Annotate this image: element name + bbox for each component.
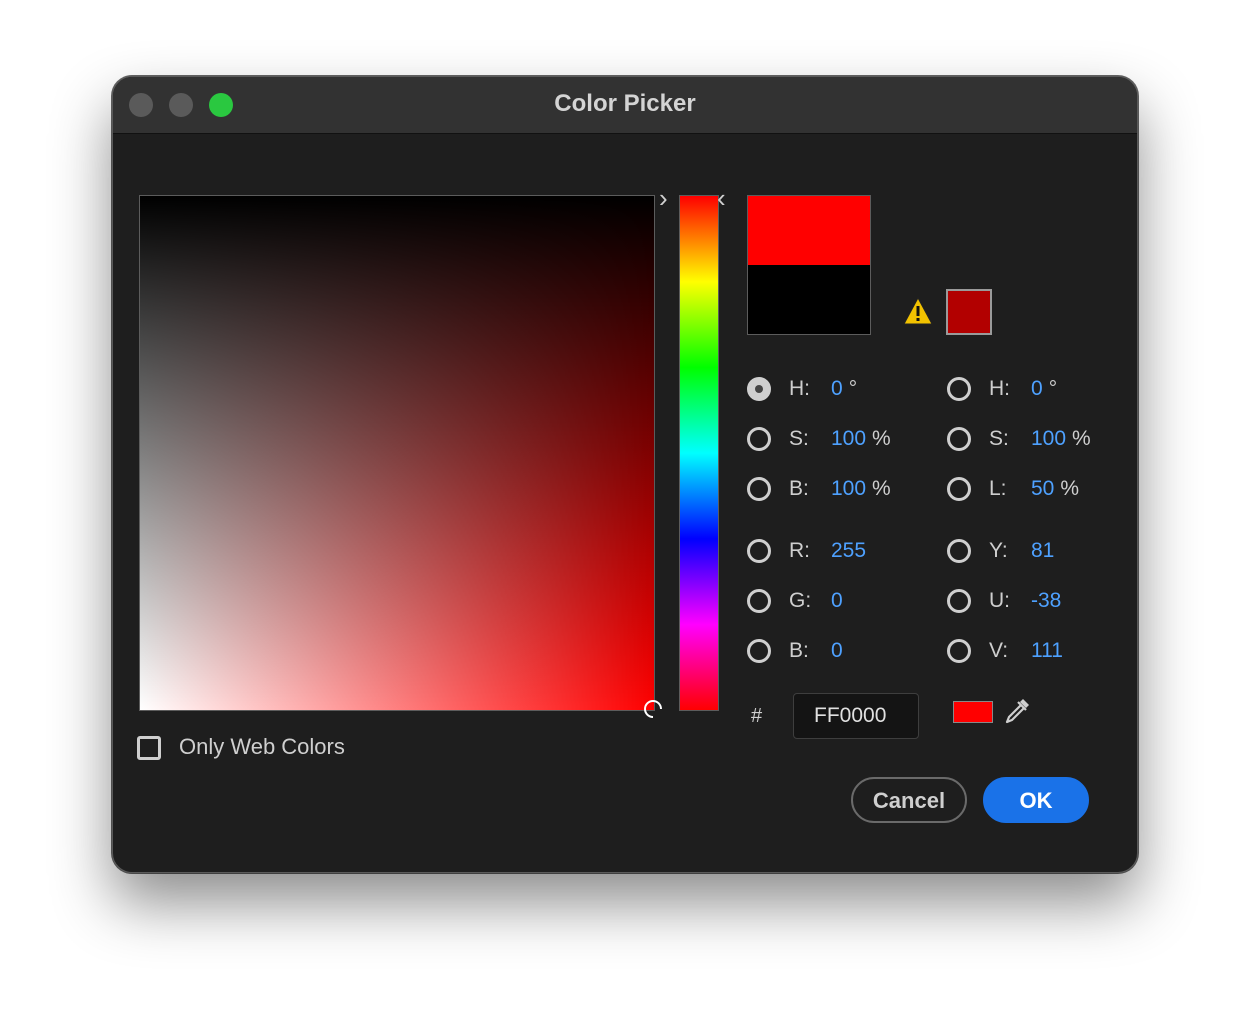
- hex-prefix: #: [751, 705, 763, 727]
- eyedropper-icon[interactable]: [1001, 695, 1033, 727]
- color-preview: [747, 195, 871, 335]
- titlebar: Color Picker: [113, 77, 1137, 134]
- rgb-red-label: R:: [789, 539, 810, 562]
- hsb-brightness-value[interactable]: 100: [831, 477, 866, 501]
- yuv-v-label: V:: [989, 639, 1009, 662]
- gamut-correction-swatch[interactable]: [946, 289, 992, 335]
- window-title: Color Picker: [554, 90, 696, 117]
- warning-triangle-icon[interactable]: [903, 297, 933, 325]
- only-web-colors-label[interactable]: Only Web Colors: [179, 734, 345, 760]
- hsl-saturation-unit: %: [1072, 427, 1091, 450]
- hsb-brightness-row[interactable]: B: 100 %: [747, 474, 891, 504]
- yuv-u-value[interactable]: -38: [1031, 589, 1061, 613]
- hsl-hue-label: H:: [989, 377, 1010, 400]
- hsl-saturation-label: S:: [989, 427, 1009, 450]
- hsl-lightness-row[interactable]: L: 50 %: [947, 474, 1079, 504]
- hex-input[interactable]: FF0000: [793, 693, 919, 739]
- rgb-red-radio[interactable]: [747, 539, 771, 563]
- yuv-y-radio[interactable]: [947, 539, 971, 563]
- hsb-hue-unit: °: [848, 377, 858, 400]
- rgb-blue-value[interactable]: 0: [831, 639, 843, 663]
- yuv-v-row[interactable]: V: 111: [947, 636, 1063, 666]
- hsl-saturation-radio[interactable]: [947, 427, 971, 451]
- rgb-blue-label: B:: [789, 639, 809, 662]
- hex-color-swatch: [953, 701, 993, 723]
- rgb-green-value[interactable]: 0: [831, 589, 843, 613]
- hsl-saturation-row[interactable]: S: 100 %: [947, 424, 1091, 454]
- cancel-button[interactable]: Cancel: [851, 777, 967, 823]
- chevron-left-icon[interactable]: ‹: [717, 185, 726, 211]
- rgb-blue-row[interactable]: B: 0: [747, 636, 843, 666]
- hsl-lightness-radio[interactable]: [947, 477, 971, 501]
- hsb-hue-value[interactable]: 0: [831, 377, 843, 401]
- hue-slider[interactable]: [679, 195, 719, 711]
- hsb-hue-row[interactable]: H: 0 °: [747, 374, 857, 404]
- hsb-hue-radio[interactable]: [747, 377, 771, 401]
- hsb-brightness-radio[interactable]: [747, 477, 771, 501]
- rgb-green-radio[interactable]: [747, 589, 771, 613]
- yuv-u-row[interactable]: U: -38: [947, 586, 1061, 616]
- yuv-y-value[interactable]: 81: [1031, 539, 1054, 563]
- only-web-colors-checkbox[interactable]: [137, 736, 161, 760]
- chevron-right-icon[interactable]: ›: [659, 185, 668, 211]
- yuv-y-row[interactable]: Y: 81: [947, 536, 1054, 566]
- hsl-lightness-unit: %: [1060, 477, 1080, 500]
- hsb-saturation-unit: %: [872, 427, 891, 450]
- hsl-lightness-value[interactable]: 50: [1031, 477, 1054, 501]
- rgb-green-label: G:: [789, 589, 812, 612]
- hsb-brightness-unit: %: [872, 477, 891, 500]
- hsl-hue-radio[interactable]: [947, 377, 971, 401]
- hsb-saturation-radio[interactable]: [747, 427, 771, 451]
- hsb-brightness-label: B:: [789, 477, 809, 500]
- yuv-y-label: Y:: [989, 539, 1008, 562]
- saturation-brightness-field[interactable]: [139, 195, 662, 718]
- rgb-red-row[interactable]: R: 255: [747, 536, 866, 566]
- brightness-gradient: [140, 196, 654, 710]
- hsb-saturation-label: S:: [789, 427, 809, 450]
- yuv-v-radio[interactable]: [947, 639, 971, 663]
- yuv-u-radio[interactable]: [947, 589, 971, 613]
- hsb-hue-label: H:: [789, 377, 810, 400]
- hsl-hue-unit: °: [1048, 377, 1058, 400]
- rgb-green-row[interactable]: G: 0: [747, 586, 843, 616]
- rgb-blue-radio[interactable]: [747, 639, 771, 663]
- ok-button[interactable]: OK: [983, 777, 1089, 823]
- hsl-saturation-value[interactable]: 100: [1031, 427, 1066, 451]
- hsl-hue-row[interactable]: H: 0 °: [947, 374, 1057, 404]
- hsl-hue-value[interactable]: 0: [1031, 377, 1043, 401]
- new-color-swatch: [748, 196, 870, 265]
- hsb-saturation-row[interactable]: S: 100 %: [747, 424, 891, 454]
- original-color-swatch[interactable]: [748, 265, 870, 334]
- yuv-v-value[interactable]: 111: [1031, 639, 1063, 663]
- hsb-saturation-value[interactable]: 100: [831, 427, 866, 451]
- hsl-lightness-label: L:: [989, 477, 1007, 500]
- color-picker-window: Color Picker › ‹ H: 0 ° S: 100 % B: 100 …: [112, 76, 1138, 873]
- rgb-red-value[interactable]: 255: [831, 539, 866, 563]
- yuv-u-label: U:: [989, 589, 1010, 612]
- color-selector-marker[interactable]: [644, 700, 662, 718]
